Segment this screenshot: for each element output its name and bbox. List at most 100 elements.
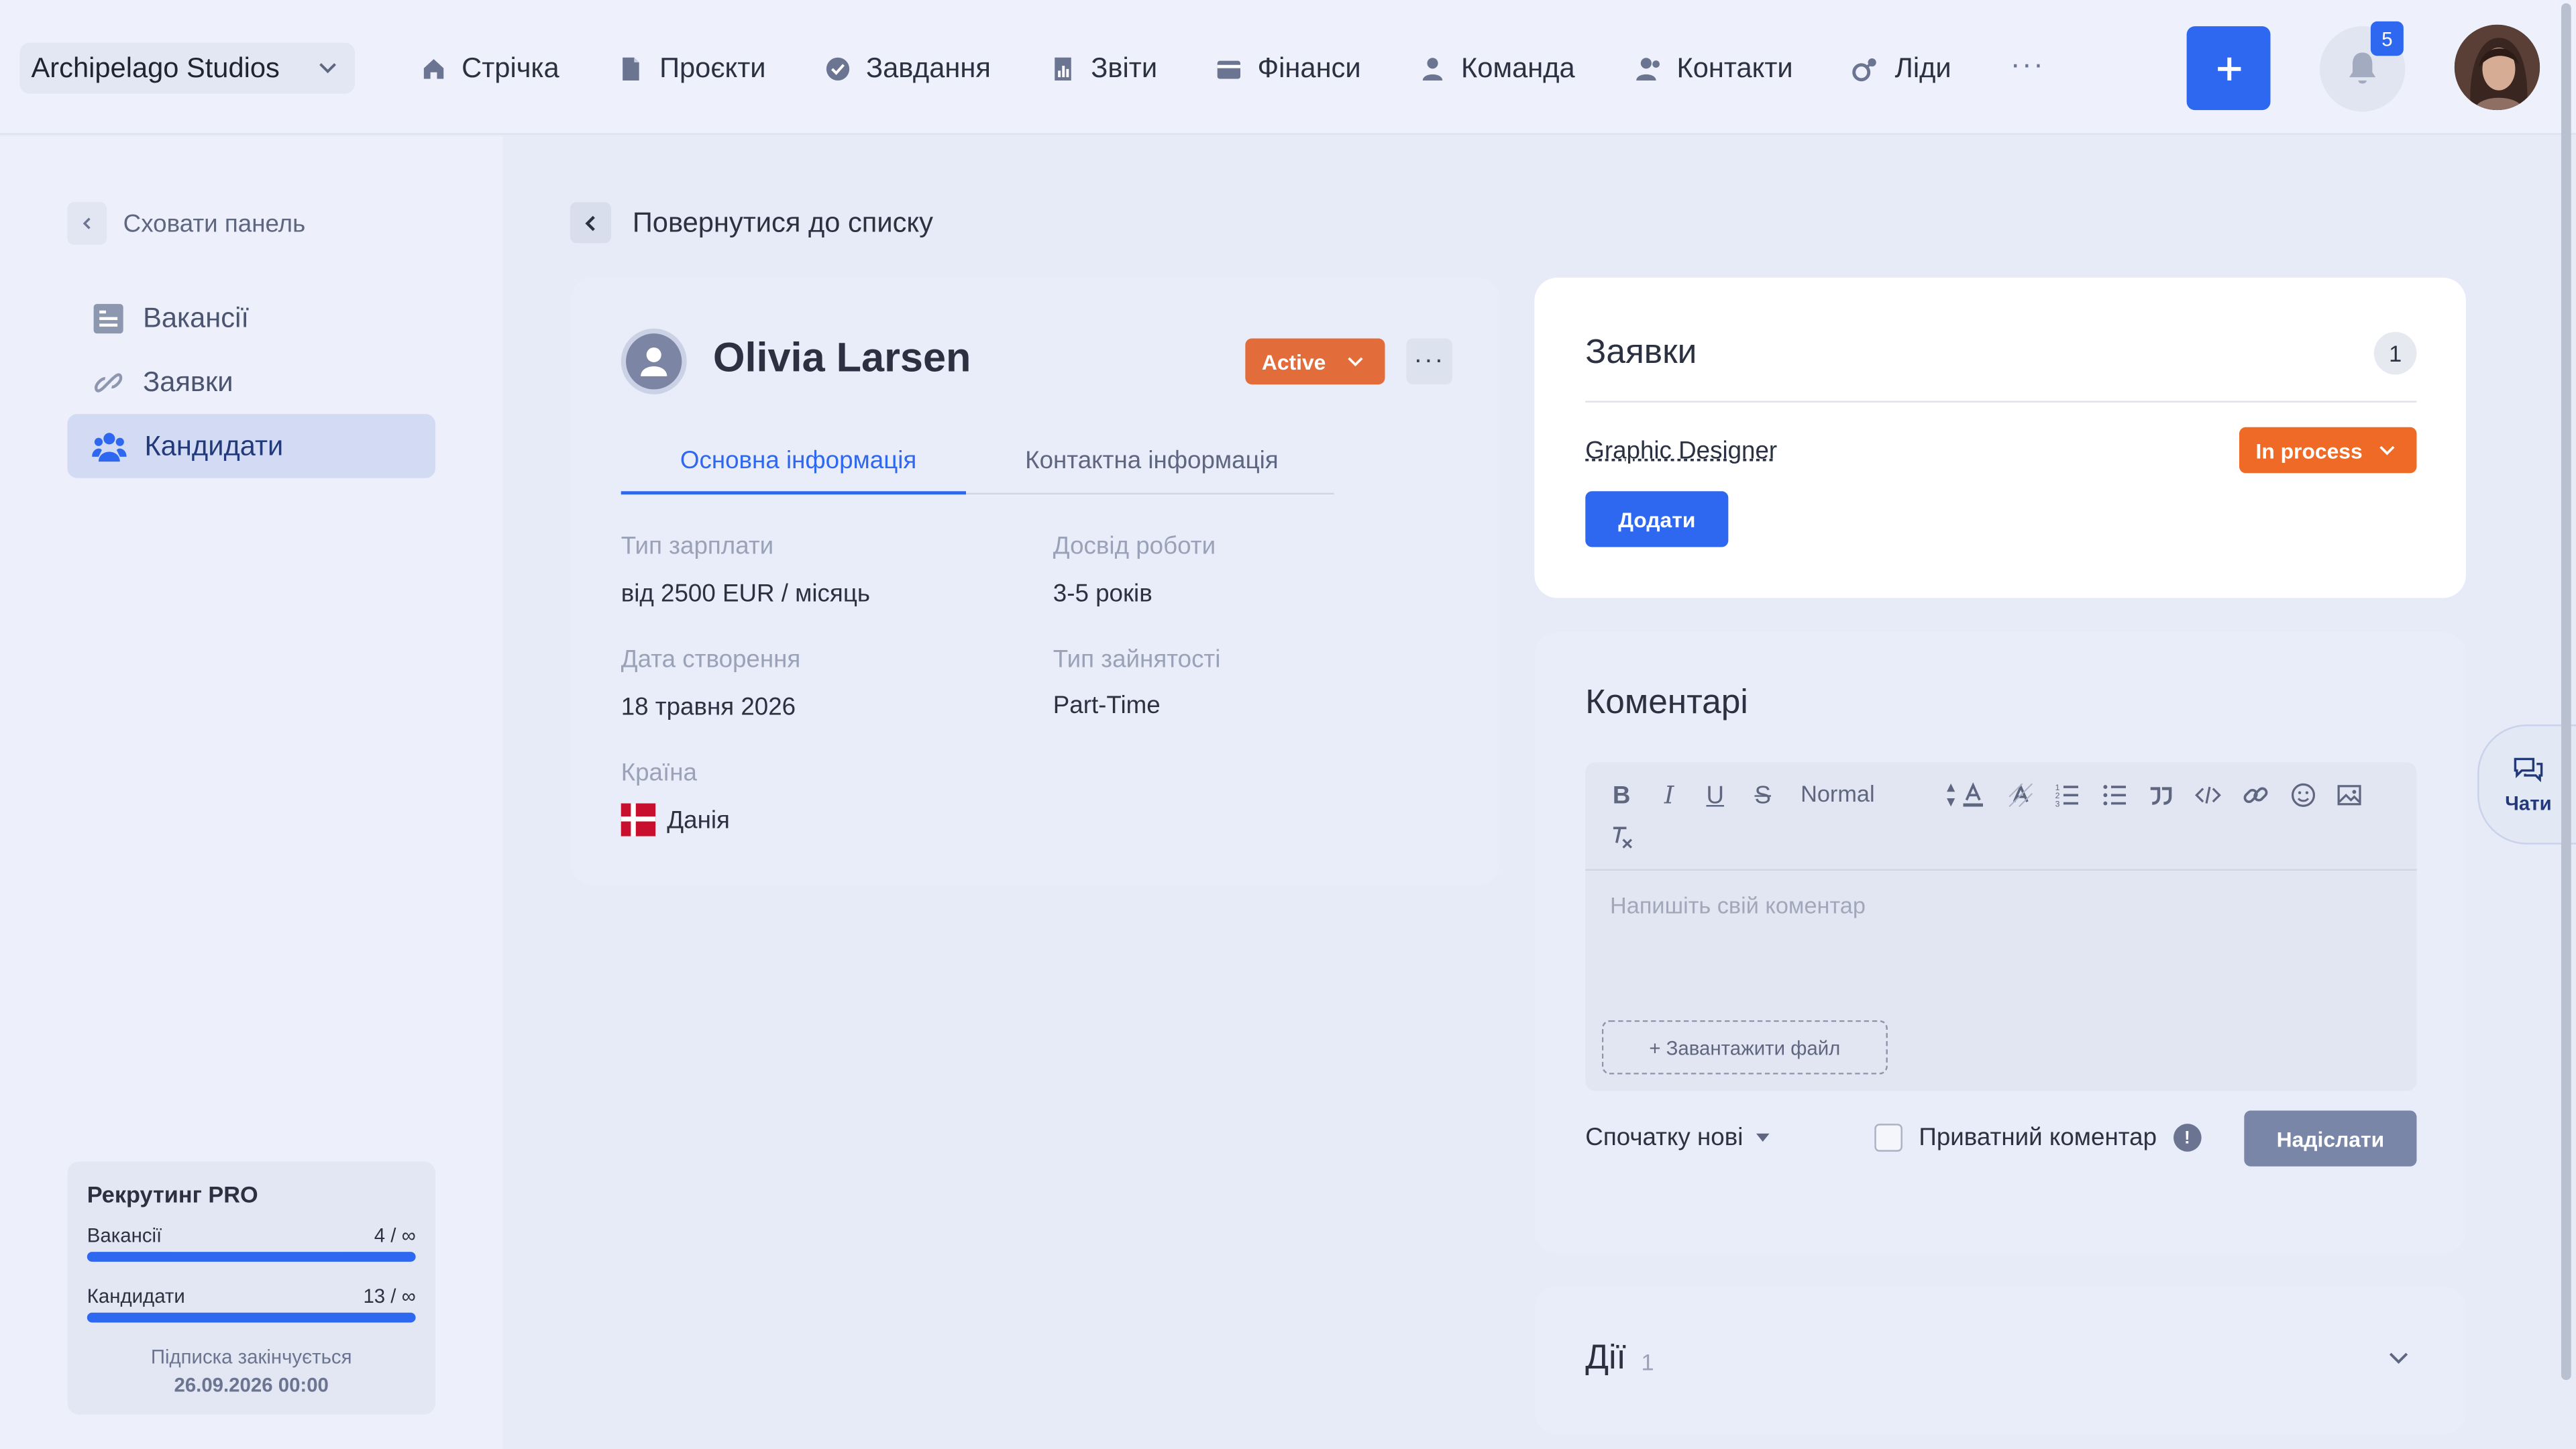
private-comment-option: Приватний коментар ! — [1874, 1124, 2202, 1152]
plan-title: Рекрутинг PRO — [87, 1181, 258, 1208]
nav-item-feed[interactable]: Стрічка — [421, 48, 559, 91]
bold-icon[interactable]: B — [1605, 779, 1638, 812]
comments-title: Коментарі — [1585, 683, 1748, 722]
text-format-select[interactable]: Normal ▴ ▾ — [1801, 780, 1955, 811]
employment-type-label: Тип зайнятості — [1053, 645, 1221, 674]
link-icon[interactable] — [2239, 779, 2272, 812]
nav-label: Контакти — [1676, 52, 1793, 84]
profile-tabs: Основна інформація Контактна інформація — [621, 437, 1334, 495]
nav-item-contacts[interactable]: Контакти — [1634, 48, 1793, 91]
report-icon — [1055, 57, 1071, 81]
leads-icon — [1853, 58, 1877, 82]
create-button[interactable] — [2186, 26, 2271, 111]
sidebar-item-vacancies[interactable]: Вакансії — [67, 286, 435, 350]
editor-toolbar: B I U S Normal ▴ ▾ 123 — [1585, 762, 2417, 871]
country-label: Країна — [621, 759, 697, 788]
plan-expiry-note: Підписка закінчується — [150, 1345, 352, 1369]
private-comment-checkbox[interactable] — [1874, 1124, 1902, 1152]
text-format-value: Normal — [1801, 780, 1875, 807]
candidate-status-dropdown[interactable]: Active — [1245, 338, 1385, 385]
private-comment-label: Приватний коментар — [1919, 1124, 2157, 1152]
bell-icon — [2349, 52, 2376, 84]
sidebar-item-label: Вакансії — [143, 301, 249, 333]
info-icon[interactable]: ! — [2173, 1124, 2202, 1152]
comment-editor: B I U S Normal ▴ ▾ 123 Напишіть свій ком… — [1585, 762, 2417, 1091]
nav-label: Команда — [1461, 52, 1575, 84]
strikethrough-icon[interactable]: S — [1746, 779, 1779, 812]
add-application-button[interactable]: Додати — [1585, 491, 1729, 547]
actions-card[interactable]: Дії 1 — [1534, 1286, 2466, 1434]
hide-panel-button[interactable]: Сховати панель — [67, 202, 305, 245]
application-job-link[interactable]: Graphic Designer — [1585, 437, 1777, 465]
main-nav: Стрічка Проєкти Завдання Звіти Фінанси К… — [421, 47, 2045, 91]
wallet-icon — [1218, 60, 1242, 79]
employment-type-value: Part-Time — [1053, 692, 1161, 720]
back-to-list-link[interactable]: Повернутися до списку — [570, 202, 933, 244]
plan-usage-bar — [87, 1252, 416, 1262]
upload-file-button[interactable]: + Завантажити файл — [1601, 1020, 1888, 1075]
plan-usage-row: Вакансії 4 / ∞ — [87, 1224, 416, 1247]
text-color-icon[interactable] — [1957, 779, 1990, 812]
ordered-list-icon[interactable]: 123 — [2050, 779, 2083, 812]
clear-format-icon[interactable] — [1605, 820, 1638, 853]
nav-item-leads[interactable]: Ліди — [1852, 48, 1951, 91]
user-icon — [1423, 58, 1444, 81]
company-name: Archipelago Studios — [31, 52, 280, 83]
experience-value: 3-5 років — [1053, 580, 1152, 608]
sidebar-item-candidates[interactable]: Кандидати — [67, 414, 435, 478]
actions-count: 1 — [1641, 1348, 1654, 1375]
sort-comments-dropdown[interactable]: Спочатку нові — [1585, 1124, 1770, 1152]
chevron-down-icon — [2379, 445, 2395, 455]
nav-item-team[interactable]: Команда — [1420, 48, 1575, 91]
nav-item-reports[interactable]: Звіти — [1050, 48, 1157, 91]
nav-item-finance[interactable]: Фінанси — [1216, 48, 1361, 91]
document-icon — [623, 57, 640, 81]
list-icon — [93, 303, 123, 333]
nav-label: Ліди — [1894, 52, 1951, 84]
sidebar-item-applications[interactable]: Заявки — [67, 350, 435, 415]
chat-icon — [2514, 757, 2543, 782]
background-color-icon[interactable] — [2004, 779, 2037, 812]
nav-more-button[interactable]: ··· — [2010, 47, 2045, 81]
tab-contact-info[interactable]: Контактна інформація — [1025, 447, 1279, 475]
image-icon[interactable] — [2333, 779, 2366, 812]
home-icon — [423, 59, 444, 79]
underline-icon[interactable]: U — [1699, 779, 1731, 812]
tab-main-info[interactable]: Основна інформація — [680, 447, 916, 475]
italic-icon[interactable]: I — [1653, 779, 1686, 812]
bullet-list-icon[interactable] — [2098, 779, 2131, 812]
plan-usage-bar — [87, 1312, 416, 1323]
quote-icon[interactable] — [2144, 779, 2177, 812]
chevron-down-icon — [1348, 357, 1363, 367]
status-label: Active — [1261, 349, 1326, 374]
send-comment-button[interactable]: Надіслати — [2244, 1110, 2417, 1167]
plan-usage-label: Кандидати — [87, 1285, 185, 1308]
check-circle-icon — [826, 57, 850, 81]
plus-icon — [2216, 56, 2241, 80]
code-icon[interactable] — [2192, 779, 2224, 812]
sidebar-item-label: Заявки — [143, 365, 233, 397]
more-options-button[interactable]: ··· — [1406, 338, 1452, 385]
top-navigation-bar: Archipelago Studios Стрічка Проєкти Завд… — [0, 0, 2576, 135]
nav-label: Проєкти — [659, 52, 766, 84]
actions-title: Дії — [1585, 1338, 1626, 1377]
user-avatar[interactable] — [2454, 24, 2540, 111]
divider — [1585, 400, 2417, 403]
chevron-left-icon — [67, 202, 107, 245]
application-status-dropdown[interactable]: In process — [2239, 427, 2417, 474]
salary-type-label: Тип зарплати — [621, 532, 774, 561]
nav-item-tasks[interactable]: Завдання — [825, 48, 991, 91]
plan-usage-value: 4 / ∞ — [374, 1224, 416, 1247]
nav-item-projects[interactable]: Проєкти — [619, 48, 766, 91]
comment-input[interactable]: Напишіть свій коментар — [1610, 892, 1866, 918]
chevron-down-icon[interactable] — [2387, 1349, 2410, 1365]
denmark-flag-icon — [621, 803, 656, 837]
applications-count: 1 — [2373, 331, 2417, 375]
active-tab-indicator — [621, 491, 967, 495]
company-switcher[interactable]: Archipelago Studios — [19, 42, 355, 94]
applications-card: Заявки 1 Graphic Designer In process Дод… — [1534, 277, 2466, 598]
page-scrollbar[interactable] — [2561, 3, 2571, 1381]
candidate-profile-card: Olivia Larsen Active ··· Основна інформа… — [570, 277, 1500, 886]
emoji-icon[interactable] — [2287, 779, 2320, 812]
avatar-photo — [2454, 24, 2540, 111]
